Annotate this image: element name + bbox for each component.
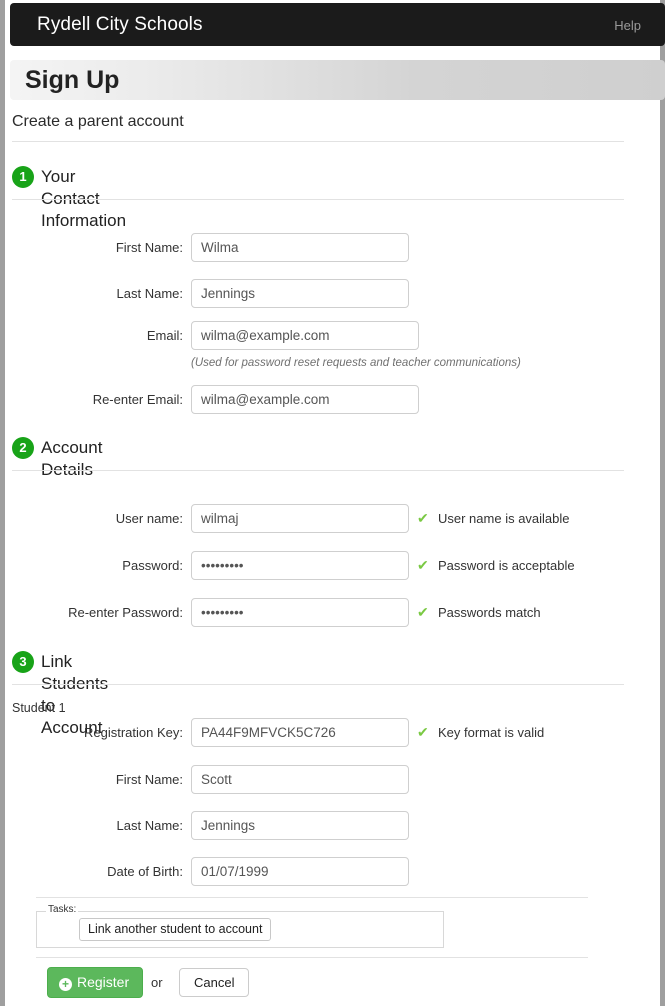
reenter-password-label: Re-enter Password: [68, 605, 183, 620]
student-last-name-label: Last Name: [116, 818, 183, 833]
help-link[interactable]: Help [614, 18, 641, 34]
section-title: Account Details [41, 438, 103, 479]
check-icon: ✔ [417, 724, 429, 740]
top-navbar: Rydell City Schools Help [10, 3, 665, 46]
section-number-badge: 3 [12, 651, 34, 673]
registration-key-validation-text: Key format is valid [438, 725, 545, 740]
last-name-label: Last Name: [116, 286, 183, 301]
email-label: Email: [146, 328, 183, 343]
reenter-email-label: Re-enter Email: [92, 392, 183, 407]
password-label: Password: [122, 558, 183, 573]
link-another-student-button[interactable]: Link another student to account [79, 918, 272, 941]
password-input[interactable] [191, 551, 409, 580]
page-title-banner: Sign Up [10, 60, 665, 100]
student-first-name-input[interactable] [191, 765, 409, 794]
signup-page: Rydell City Schools Help Sign Up Create … [0, 0, 665, 1006]
tasks-fieldset: Tasks: Link another student to account [36, 904, 444, 948]
section-number-badge: 2 [12, 437, 34, 459]
footer-divider [36, 957, 588, 958]
cancel-button[interactable]: Cancel [179, 968, 250, 997]
reenter-password-input[interactable] [191, 598, 409, 627]
check-icon: ✔ [417, 604, 429, 620]
registration-key-label: Registration Key: [84, 725, 183, 740]
reenter-email-input[interactable] [191, 385, 419, 414]
email-hint: (Used for password reset requests and te… [191, 357, 521, 369]
page-subtitle: Create a parent account [12, 113, 184, 130]
date-of-birth-input[interactable] [191, 857, 409, 886]
section-divider-1 [12, 199, 624, 200]
or-separator: or [151, 975, 163, 990]
registration-key-input[interactable] [191, 718, 409, 747]
check-icon: ✔ [417, 510, 429, 526]
date-of-birth-label: Date of Birth: [107, 864, 183, 879]
user-name-input[interactable] [191, 504, 409, 533]
tasks-legend: Tasks: [46, 904, 79, 916]
check-icon: ✔ [417, 557, 429, 573]
section-divider-2 [12, 470, 624, 471]
section-divider-3 [12, 684, 624, 685]
site-brand[interactable]: Rydell City Schools [37, 14, 203, 36]
page-title: Sign Up [25, 66, 120, 94]
password-validation: ✔ Password is acceptable [417, 557, 575, 574]
first-name-label: First Name: [115, 240, 183, 255]
subtitle-divider [12, 141, 624, 142]
first-name-input[interactable] [191, 233, 409, 262]
register-button[interactable]: + Register [47, 967, 144, 998]
registration-key-validation: ✔ Key format is valid [417, 724, 544, 741]
student-last-name-input[interactable] [191, 811, 409, 840]
user-name-label: User name: [115, 511, 183, 526]
user-name-validation: ✔ User name is available [417, 510, 570, 527]
email-input[interactable] [191, 321, 419, 350]
last-name-input[interactable] [191, 279, 409, 308]
register-button-label: Register [77, 974, 130, 990]
student-first-name-label: First Name: [115, 772, 183, 787]
password-validation-text: Password is acceptable [438, 558, 575, 573]
reenter-password-validation-text: Passwords match [438, 605, 541, 620]
user-name-validation-text: User name is available [438, 511, 570, 526]
student-label: Student 1 [12, 701, 66, 715]
section-number-badge: 1 [12, 166, 34, 188]
plus-circle-icon: + [59, 978, 72, 991]
reenter-password-validation: ✔ Passwords match [417, 604, 541, 621]
footer-top-divider [36, 897, 588, 898]
